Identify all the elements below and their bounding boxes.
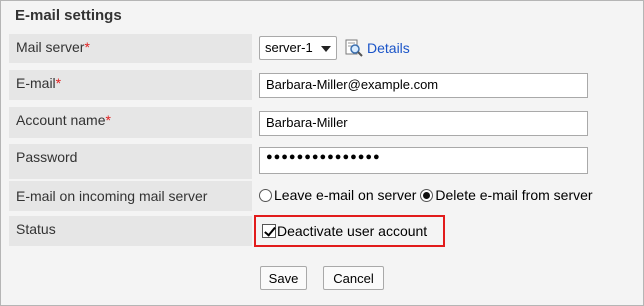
details-link-text: Details	[367, 40, 410, 56]
required-mark: *	[55, 75, 62, 91]
email-field[interactable]: Barbara-Miller@example.com	[259, 73, 588, 98]
account-name-label: Account name*	[9, 107, 252, 138]
status-label-text: Status	[16, 221, 56, 237]
cancel-button[interactable]: Cancel	[323, 266, 384, 290]
mail-server-select[interactable]: server-1	[259, 36, 337, 60]
password-label-text: Password	[16, 149, 78, 165]
delete-from-server-radio[interactable]	[420, 188, 434, 202]
password-field[interactable]: ●●●●●●●●●●●●●●●	[259, 147, 588, 174]
delete-from-server-label[interactable]: Delete e-mail from server	[435, 187, 592, 203]
incoming-server-options: Leave e-mail on server Delete e-mail fro…	[259, 187, 593, 203]
checkbox-checked-icon[interactable]	[262, 224, 276, 238]
required-mark: *	[105, 112, 111, 128]
leave-on-server-label[interactable]: Leave e-mail on server	[274, 187, 416, 203]
required-mark: *	[84, 39, 90, 55]
mail-server-label: Mail server*	[9, 34, 252, 63]
email-label: E-mail*	[9, 70, 252, 100]
email-label-text: E-mail	[16, 75, 56, 91]
account-name-label-text: Account name	[16, 112, 106, 128]
status-label: Status	[9, 216, 252, 246]
incoming-server-label-text: E-mail on incoming mail server	[16, 188, 208, 204]
chevron-down-icon	[321, 46, 331, 52]
magnifier-document-icon	[345, 39, 363, 57]
details-link[interactable]: Details	[345, 39, 410, 57]
deactivate-account-label[interactable]: Deactivate user account	[277, 223, 427, 239]
section-title: E-mail settings	[15, 7, 122, 24]
save-button[interactable]: Save	[260, 266, 307, 290]
status-highlight: Deactivate user account	[254, 215, 445, 247]
leave-on-server-radio[interactable]	[259, 188, 272, 202]
incoming-server-label: E-mail on incoming mail server	[9, 181, 252, 211]
mail-server-select-value: server-1	[265, 40, 313, 55]
mail-server-label-text: Mail server	[16, 39, 85, 55]
email-settings-panel: E-mail settings Mail server* server-1 De…	[0, 0, 644, 306]
account-name-field[interactable]: Barbara-Miller	[259, 111, 588, 136]
password-label: Password	[9, 144, 252, 179]
